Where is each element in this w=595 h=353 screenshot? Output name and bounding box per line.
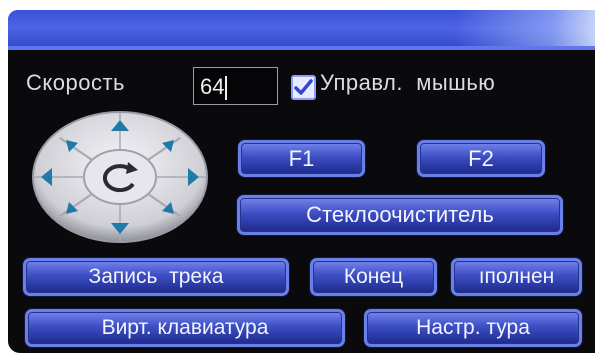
speed-input[interactable]: 64 bbox=[193, 67, 278, 105]
end-button[interactable]: Конец bbox=[310, 258, 437, 296]
virtual-keyboard-button[interactable]: Вирт. клавиатура bbox=[25, 309, 345, 347]
mouse-control-checkbox[interactable] bbox=[291, 75, 316, 100]
checkmark-icon bbox=[294, 79, 313, 95]
speed-value: 64 bbox=[200, 74, 225, 99]
tour-settings-button[interactable]: Настр. тура bbox=[364, 309, 582, 347]
execute-button[interactable]: ıполнен bbox=[451, 258, 582, 296]
title-bar bbox=[8, 10, 595, 50]
screen: Скорость 64 Управл. мышью F1 F2 Стеклооч… bbox=[8, 10, 595, 353]
f1-button[interactable]: F1 bbox=[238, 140, 365, 177]
ptz-direction-pad bbox=[32, 111, 208, 243]
record-track-button[interactable]: Запись трека bbox=[23, 258, 289, 296]
f2-button[interactable]: F2 bbox=[417, 140, 545, 177]
mouse-control-label: Управл. мышью bbox=[320, 70, 496, 95]
wiper-button[interactable]: Стеклоочиститель bbox=[237, 195, 563, 235]
speed-label: Скорость bbox=[26, 70, 126, 95]
